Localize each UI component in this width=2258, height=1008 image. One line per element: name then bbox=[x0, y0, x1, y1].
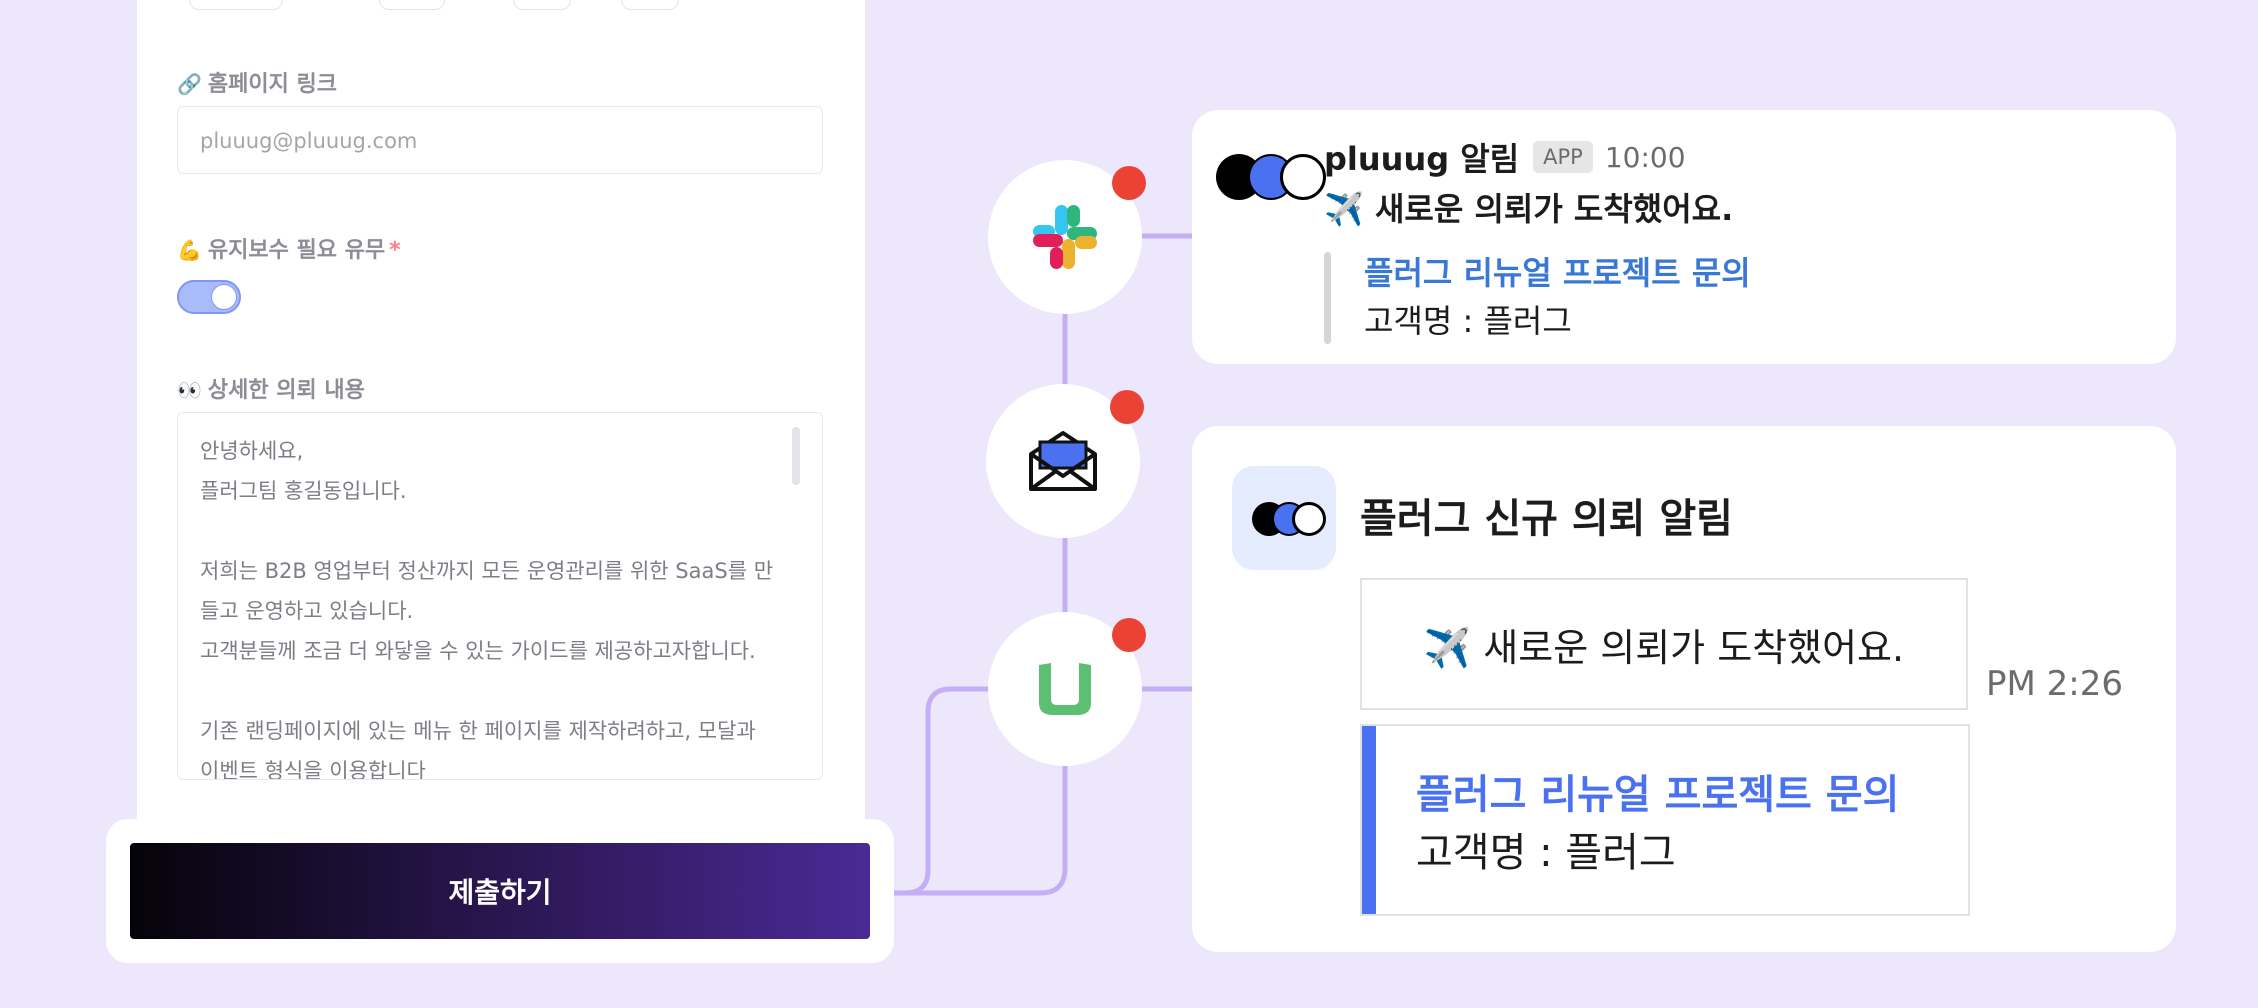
slack-node[interactable] bbox=[988, 160, 1146, 314]
option-chip[interactable] bbox=[513, 0, 571, 10]
submit-button[interactable]: 제출하기 bbox=[130, 843, 870, 939]
notification-dot bbox=[1112, 618, 1146, 652]
jandi-message-box: ✈️ 새로운 의뢰가 도착했어요. bbox=[1360, 578, 1968, 710]
app-badge: APP bbox=[1533, 141, 1593, 173]
quote-bar bbox=[1324, 252, 1331, 344]
maintenance-label: 💪 유지보수 필요 유무 * bbox=[177, 238, 401, 263]
bot-avatar bbox=[1232, 466, 1336, 570]
jandi-notification-card: 플러그 신규 의뢰 알림 ✈️ 새로운 의뢰가 도착했어요. PM 2:26 플… bbox=[1192, 426, 2176, 952]
pluuug-logo-icon bbox=[1252, 502, 1326, 536]
eyes-icon: 👀 bbox=[177, 378, 202, 402]
details-textarea[interactable]: 안녕하세요, 플러그팀 홍길동입니다. 저희는 B2B 영업부터 정산까지 모든… bbox=[177, 412, 823, 780]
client-name: 고객명 : 플러그 bbox=[1416, 830, 1676, 876]
client-name: 고객명 : 플러그 bbox=[1364, 302, 1572, 340]
option-chip[interactable] bbox=[621, 0, 679, 10]
slack-message-header: pluuug 알림 APP 10:00 bbox=[1324, 134, 1686, 180]
message-time: 10:00 bbox=[1604, 140, 1686, 174]
slack-icon bbox=[1033, 205, 1097, 269]
project-link[interactable]: 플러그 리뉴얼 프로젝트 문의 bbox=[1364, 248, 1751, 294]
sender-name[interactable]: pluuug 알림 bbox=[1324, 134, 1519, 180]
slack-message-text: ✈️ 새로운 의뢰가 도착했어요. bbox=[1324, 190, 1734, 228]
jandi-icon bbox=[1039, 663, 1091, 715]
request-form: 🔗 홈페이지 링크 pluuug@pluuug.com 💪 유지보수 필요 유무 * … bbox=[137, 0, 865, 820]
project-link[interactable]: 플러그 리뉴얼 프로젝트 문의 bbox=[1416, 762, 1899, 820]
maintenance-toggle[interactable] bbox=[177, 280, 241, 314]
bot-title: 플러그 신규 의뢰 알림 bbox=[1360, 496, 1733, 542]
homepage-label: 🔗 홈페이지 링크 bbox=[177, 72, 338, 97]
jandi-node[interactable] bbox=[988, 612, 1146, 766]
details-label: 👀 상세한 의뢰 내용 bbox=[177, 378, 365, 403]
flexed-bicep-icon: 💪 bbox=[177, 238, 202, 262]
textarea-scrollbar[interactable] bbox=[792, 427, 800, 485]
submit-card: 제출하기 bbox=[106, 819, 894, 963]
mail-node[interactable] bbox=[986, 384, 1144, 538]
option-chip[interactable] bbox=[189, 0, 283, 10]
mail-icon bbox=[1029, 431, 1097, 491]
message-time: PM 2:26 bbox=[1986, 664, 2123, 704]
homepage-input[interactable]: pluuug@pluuug.com bbox=[177, 106, 823, 174]
notification-dot bbox=[1112, 166, 1146, 200]
link-icon: 🔗 bbox=[177, 72, 202, 96]
required-mark: * bbox=[389, 238, 401, 263]
option-chip[interactable] bbox=[379, 0, 445, 10]
slack-notification-card: pluuug 알림 APP 10:00 ✈️ 새로운 의뢰가 도착했어요. 플러… bbox=[1192, 110, 2176, 364]
notification-dot bbox=[1110, 390, 1144, 424]
details-text: 안녕하세요, 플러그팀 홍길동입니다. 저희는 B2B 영업부터 정산까지 모든… bbox=[200, 439, 774, 780]
pluuug-logo-icon bbox=[1216, 154, 1326, 200]
jandi-attachment[interactable]: 플러그 리뉴얼 프로젝트 문의 고객명 : 플러그 bbox=[1360, 724, 1970, 916]
toggle-knob[interactable] bbox=[211, 284, 237, 310]
attachment-accent-bar bbox=[1362, 726, 1376, 914]
